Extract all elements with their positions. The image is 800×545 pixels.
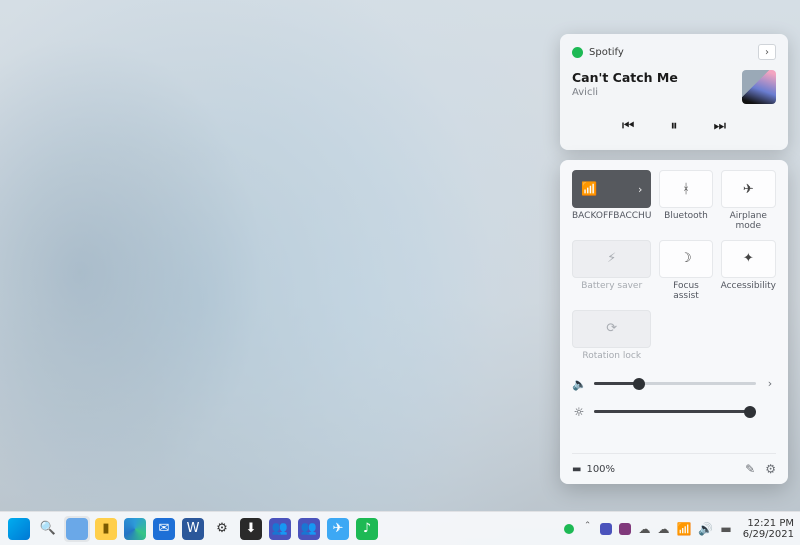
taskbar-app-explorer[interactable]: ▮ bbox=[93, 516, 119, 542]
tray-onedrive-icon[interactable]: ☁ bbox=[638, 522, 650, 536]
taskbar-app-mail[interactable]: ✉ bbox=[151, 516, 177, 542]
tray-battery-icon[interactable]: ▬ bbox=[720, 522, 731, 536]
tray-wifi-icon[interactable]: 📶 bbox=[676, 522, 691, 536]
qs-tile-moon[interactable]: ☽ bbox=[659, 240, 712, 278]
media-track-title: Can't Catch Me bbox=[572, 70, 732, 85]
tray-cloud-icon[interactable]: ☁ bbox=[657, 522, 669, 536]
taskbar-app-edge[interactable] bbox=[122, 516, 148, 542]
qs-tile-bluetooth[interactable]: ᚼ bbox=[659, 170, 712, 208]
tray-overflow-icon[interactable]: ＾ bbox=[581, 520, 593, 537]
qs-tile-label: Bluetooth bbox=[664, 212, 708, 223]
taskbar-app-spotify[interactable]: ♪ bbox=[354, 516, 380, 542]
taskbar-app-generic[interactable] bbox=[64, 516, 90, 542]
settings-button[interactable]: ⚙ bbox=[765, 462, 776, 476]
taskbar-app-settings[interactable]: ⚙ bbox=[209, 516, 235, 542]
qs-tile-label: Battery saver bbox=[581, 282, 642, 293]
quick-settings-panel: 📶›BACKOFFBACCHUᚼBluetooth✈Airplane mode⚡… bbox=[560, 160, 788, 484]
taskbar-app-store[interactable]: ⬇ bbox=[238, 516, 264, 542]
taskbar-app-chat[interactable]: ✈ bbox=[325, 516, 351, 542]
media-expand-button[interactable]: › bbox=[758, 44, 776, 60]
tray-volume-icon[interactable]: 🔊 bbox=[698, 522, 713, 536]
media-panel: Spotify › Can't Catch Me Avicli ⏮ ⏸ ⏭ bbox=[560, 34, 788, 150]
qs-tile-label: BACKOFFBACCHU bbox=[572, 212, 651, 223]
tray-spotify-icon[interactable] bbox=[564, 524, 574, 534]
volume-icon: 🔈 bbox=[572, 377, 586, 391]
qs-tile-label: Accessibility bbox=[721, 282, 776, 293]
airplane-icon: ✈ bbox=[743, 182, 754, 197]
qs-tile-label: Focus assist bbox=[659, 282, 712, 302]
rotation-lock-icon: ⟳ bbox=[606, 321, 617, 336]
accessibility-icon: ✦ bbox=[743, 251, 754, 266]
battery-percent: 100% bbox=[586, 464, 615, 475]
taskbar-clock[interactable]: 12:21 PM 6/29/2021 bbox=[743, 518, 794, 540]
qs-tile-battery-saver: ⚡ bbox=[572, 240, 651, 278]
media-album-art bbox=[742, 70, 776, 104]
qs-tile-rotation-lock: ⟳ bbox=[572, 310, 651, 348]
chevron-right-icon: › bbox=[638, 183, 642, 196]
qs-tile-airplane[interactable]: ✈ bbox=[721, 170, 776, 208]
bluetooth-icon: ᚼ bbox=[682, 182, 690, 197]
taskbar-app-teams[interactable]: 👥 bbox=[267, 516, 293, 542]
wifi-icon: 📶 bbox=[581, 182, 597, 197]
qs-tile-label: Airplane mode bbox=[721, 212, 776, 232]
taskbar-app-word[interactable]: W bbox=[180, 516, 206, 542]
qs-tile-accessibility[interactable]: ✦ bbox=[721, 240, 776, 278]
spotify-icon bbox=[572, 47, 583, 58]
qs-tile-label: Rotation lock bbox=[582, 352, 641, 363]
media-prev-button[interactable]: ⏮ bbox=[622, 118, 635, 134]
battery-icon: ▬ bbox=[572, 464, 581, 475]
brightness-slider[interactable]: ☼ bbox=[572, 405, 776, 419]
taskbar-search-button[interactable]: 🔍 bbox=[35, 516, 61, 542]
tray-onenote-icon[interactable] bbox=[619, 523, 631, 535]
media-next-button[interactable]: ⏭ bbox=[714, 118, 727, 134]
edit-quick-settings-button[interactable]: ✎ bbox=[745, 462, 755, 476]
battery-saver-icon: ⚡ bbox=[607, 251, 616, 266]
media-app-name: Spotify bbox=[589, 47, 624, 58]
media-pause-button[interactable]: ⏸ bbox=[671, 118, 678, 134]
tray-teams-icon[interactable] bbox=[600, 523, 612, 535]
qs-tile-wifi[interactable]: 📶› bbox=[572, 170, 651, 208]
media-track-artist: Avicli bbox=[572, 87, 732, 98]
taskbar-start-button[interactable] bbox=[6, 516, 32, 542]
volume-slider[interactable]: 🔈 › bbox=[572, 377, 776, 391]
taskbar-app-teams-alt[interactable]: 👥 bbox=[296, 516, 322, 542]
chevron-right-icon[interactable]: › bbox=[764, 377, 776, 390]
taskbar-tray: ＾ ☁ ☁ 📶 🔊 ▬ 12:21 PM 6/29/2021 bbox=[564, 518, 794, 540]
moon-icon: ☽ bbox=[680, 251, 692, 266]
brightness-icon: ☼ bbox=[572, 405, 586, 419]
taskbar: 🔍 ▮ ✉ W ⚙ ⬇ 👥 👥 ✈ ♪ ＾ ☁ ☁ 📶 🔊 ▬ 12:21 PM… bbox=[0, 511, 800, 545]
